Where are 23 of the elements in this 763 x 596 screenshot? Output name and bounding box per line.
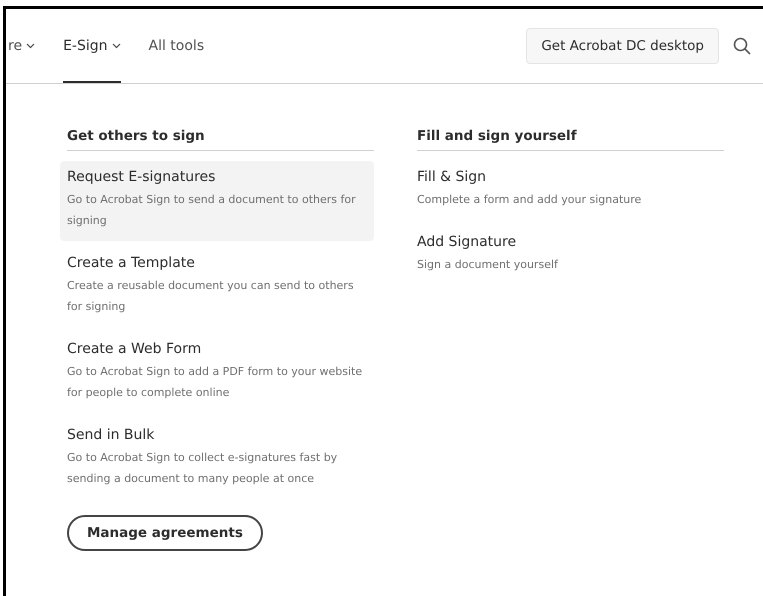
menu-item-title[interactable]: Send in Bulk bbox=[67, 427, 367, 443]
search-icon[interactable] bbox=[733, 37, 751, 55]
chevron-down-icon bbox=[26, 43, 36, 49]
menu-item-title[interactable]: Fill & Sign bbox=[417, 169, 717, 185]
menu-item-highlight[interactable]: Request E-signatures Go to Acrobat Sign to send a document to others for signing bbox=[60, 161, 374, 241]
nav-tab[interactable]: re bbox=[8, 9, 36, 83]
get-desktop-button[interactable]: Get Acrobat DC desktop bbox=[526, 28, 719, 64]
section-heading: Fill and sign yourself bbox=[417, 128, 724, 151]
menu-item-description: Create a reusable document you can send to others for signing bbox=[67, 278, 355, 315]
menu-item-description: Go to Acrobat Sign to send a document to others for signing bbox=[67, 192, 357, 229]
nav-tab[interactable]: All tools bbox=[148, 9, 204, 83]
menu-item-description: Sign a document yourself bbox=[417, 257, 560, 273]
menu-item-title[interactable]: Add Signature bbox=[417, 234, 717, 250]
menu-item-title[interactable]: Request E-signatures bbox=[67, 169, 367, 185]
menu-item-description: Complete a form and add your signature bbox=[417, 192, 642, 208]
chevron-down-icon bbox=[112, 43, 120, 49]
section-heading: Get others to sign bbox=[67, 128, 374, 151]
nav-tab[interactable]: E-Sign bbox=[63, 9, 120, 83]
manage-agreements-button[interactable]: Manage agreements bbox=[67, 515, 263, 551]
menu-item-description: Go to Acrobat Sign to collect e-signatures fast by sending a document to many people at once bbox=[67, 450, 338, 487]
menu-item-title[interactable]: Create a Template bbox=[67, 255, 367, 271]
menu-item-title[interactable]: Create a Web Form bbox=[67, 341, 367, 357]
menu-item-description: Go to Acrobat Sign to add a PDF form to your website for people to complete online bbox=[67, 364, 364, 401]
